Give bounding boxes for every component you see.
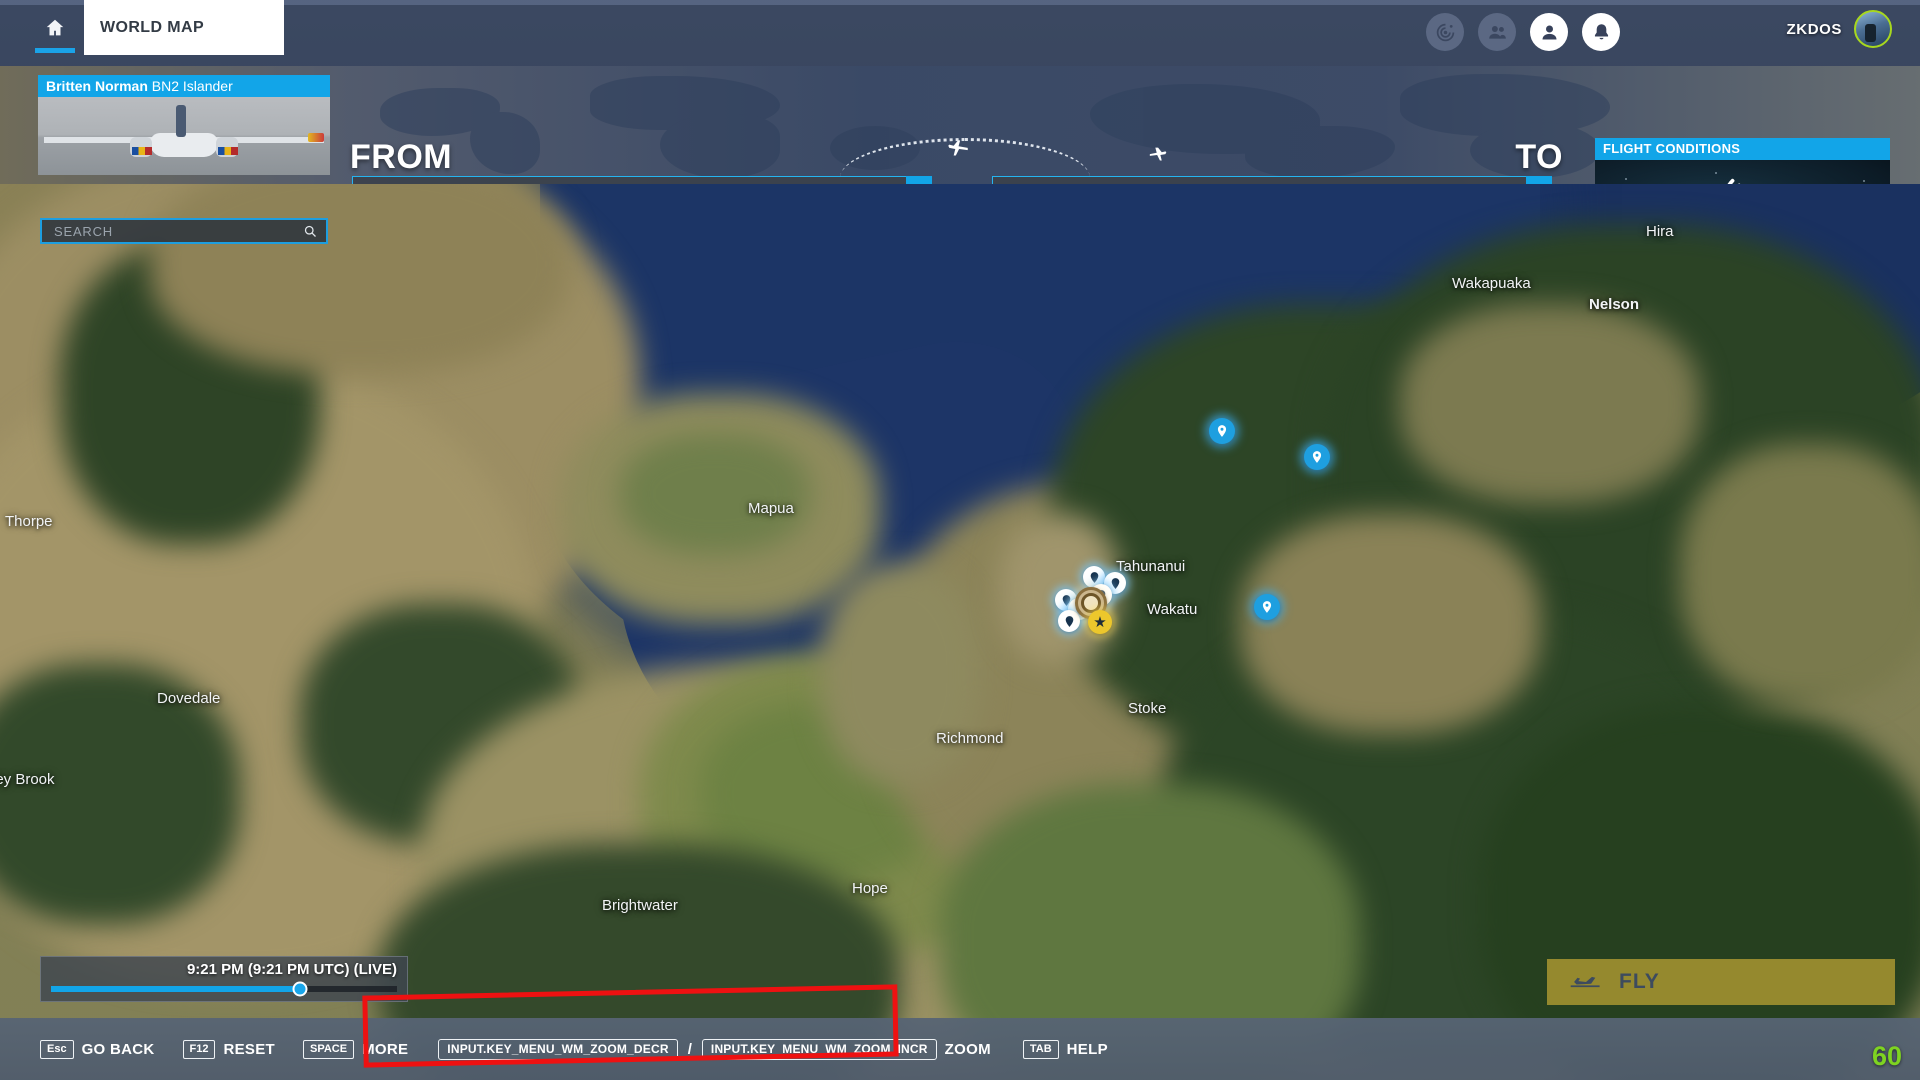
terrain-patch: [820, 564, 980, 784]
fly-label: FLY: [1619, 970, 1660, 994]
fly-button[interactable]: FLY: [1547, 959, 1895, 1005]
hint-reset-label: RESET: [223, 1041, 275, 1058]
bottom-hint-bar: Esc GO BACK F12 RESET SPACE MORE INPUT.K…: [0, 1018, 1920, 1080]
hint-reset[interactable]: F12 RESET: [183, 1040, 275, 1059]
airport-marker[interactable]: [1058, 610, 1080, 632]
aircraft-thumbnail: [38, 97, 330, 175]
poi-marker[interactable]: [1254, 594, 1280, 620]
flight-conditions-preview: [1595, 160, 1890, 184]
notifications-button[interactable]: [1582, 13, 1620, 51]
keycap-esc: Esc: [40, 1040, 74, 1059]
poi-marker[interactable]: [1209, 418, 1235, 444]
arrival-airport-dropdown-caret[interactable]: [1526, 176, 1552, 184]
airplane-icon: [945, 136, 971, 167]
departure-airport-select[interactable]: SELECT DEPARTURE AIRPORT: [352, 176, 932, 184]
home-icon: [44, 17, 66, 39]
search-box[interactable]: [40, 218, 328, 244]
hint-help[interactable]: TAB HELP: [1023, 1040, 1108, 1059]
departure-airport-dropdown-caret[interactable]: [906, 176, 932, 184]
notifications-icon: [1591, 22, 1612, 43]
world-map-screen: 2 km Wakapuaka Hira Nelson Mapua Thorpe …: [0, 0, 1920, 1080]
terrain-patch: [1240, 514, 1540, 734]
hint-help-label: HELP: [1067, 1041, 1108, 1058]
fps-counter: 60: [1872, 1041, 1902, 1072]
keycap-zoom-increase: INPUT.KEY_MENU_WM_ZOOM_INCR: [702, 1039, 937, 1060]
flight-plan-header: Britten Norman BN2 Islander FROM SELECT …: [0, 66, 1920, 184]
top-navigation-bar: WORLD MAP: [0, 0, 1920, 66]
arrival-airport-select[interactable]: SELECT ARRIVAL AIRPORT: [992, 176, 1552, 184]
friends-button[interactable]: [1478, 13, 1516, 51]
map-pin-icon: [1109, 577, 1122, 590]
radar-icon: [1435, 22, 1456, 43]
hint-zoom[interactable]: INPUT.KEY_MENU_WM_ZOOM_DECR / INPUT.KEY_…: [438, 1039, 991, 1060]
search-icon[interactable]: [303, 224, 318, 239]
search-input[interactable]: [54, 224, 303, 239]
departure-airport-value: SELECT DEPARTURE AIRPORT: [365, 182, 573, 185]
home-active-underline: [35, 48, 75, 53]
tab-world-map-label: WORLD MAP: [100, 19, 204, 37]
hint-go-back[interactable]: Esc GO BACK: [40, 1040, 155, 1059]
favorite-airport-marker[interactable]: ★: [1088, 610, 1112, 634]
terrain-patch: [0, 664, 240, 924]
map-viewport[interactable]: 2 km: [0, 184, 1920, 1080]
map-pin-icon: [1215, 424, 1229, 438]
keycap-space: SPACE: [303, 1040, 354, 1059]
aircraft-manufacturer: Britten Norman: [46, 78, 148, 94]
terrain-patch: [1400, 304, 1700, 504]
keycap-f12: F12: [183, 1040, 216, 1059]
profile-icon: [1539, 22, 1560, 43]
to-label: TO: [1515, 138, 1563, 177]
user-profile-block[interactable]: ZKDOS: [1787, 10, 1893, 48]
tab-world-map[interactable]: WORLD MAP: [84, 0, 284, 55]
radar-button[interactable]: [1426, 13, 1464, 51]
hint-zoom-label: ZOOM: [945, 1041, 991, 1058]
from-label: FROM: [350, 138, 452, 177]
hint-zoom-separator: /: [688, 1041, 692, 1058]
topbar-accent-strip: [0, 0, 1920, 5]
map-pin-icon: [1063, 615, 1076, 628]
hint-more[interactable]: SPACE MORE: [303, 1040, 408, 1059]
terrain-patch: [620, 434, 810, 554]
map-satellite-imagery[interactable]: [0, 184, 1920, 1080]
time-slider-track[interactable]: [51, 986, 397, 992]
friends-icon: [1487, 22, 1508, 43]
aircraft-model: BN2 Islander: [152, 78, 233, 94]
time-of-day-panel[interactable]: 9:21 PM (9:21 PM UTC) (LIVE): [40, 956, 408, 1002]
takeoff-icon: [1569, 971, 1603, 993]
profile-button[interactable]: [1530, 13, 1568, 51]
map-pin-icon: [1260, 600, 1274, 614]
home-button[interactable]: [33, 12, 77, 58]
hint-go-back-label: GO BACK: [82, 1041, 155, 1058]
poi-marker[interactable]: [1304, 444, 1330, 470]
user-name: ZKDOS: [1787, 21, 1843, 38]
topbar-icon-group: [1426, 13, 1620, 51]
terrain-patch: [150, 184, 570, 374]
time-slider-knob[interactable]: [293, 982, 308, 997]
map-pin-icon: [1088, 571, 1101, 584]
time-display: 9:21 PM (9:21 PM UTC) (LIVE): [51, 961, 397, 978]
selected-aircraft-card[interactable]: Britten Norman BN2 Islander: [38, 75, 330, 175]
keycap-tab: TAB: [1023, 1040, 1059, 1059]
terrain-patch: [1680, 444, 1920, 704]
flight-conditions-title: FLIGHT CONDITIONS: [1595, 138, 1890, 160]
aircraft-title: Britten Norman BN2 Islander: [38, 75, 330, 97]
avatar[interactable]: [1854, 10, 1892, 48]
chevron-down-icon: [913, 183, 926, 185]
arrival-airport-value: SELECT ARRIVAL AIRPORT: [1005, 182, 1186, 185]
chevron-down-icon: [1533, 183, 1546, 185]
time-slider-fill: [51, 986, 300, 992]
airplane-icon: [1148, 144, 1170, 171]
live-weather-icon: [1720, 177, 1766, 185]
hint-more-label: MORE: [362, 1041, 408, 1058]
map-pin-icon: [1310, 450, 1324, 464]
flight-conditions-card[interactable]: FLIGHT CONDITIONS: [1595, 138, 1890, 184]
keycap-zoom-decrease: INPUT.KEY_MENU_WM_ZOOM_DECR: [438, 1039, 677, 1060]
